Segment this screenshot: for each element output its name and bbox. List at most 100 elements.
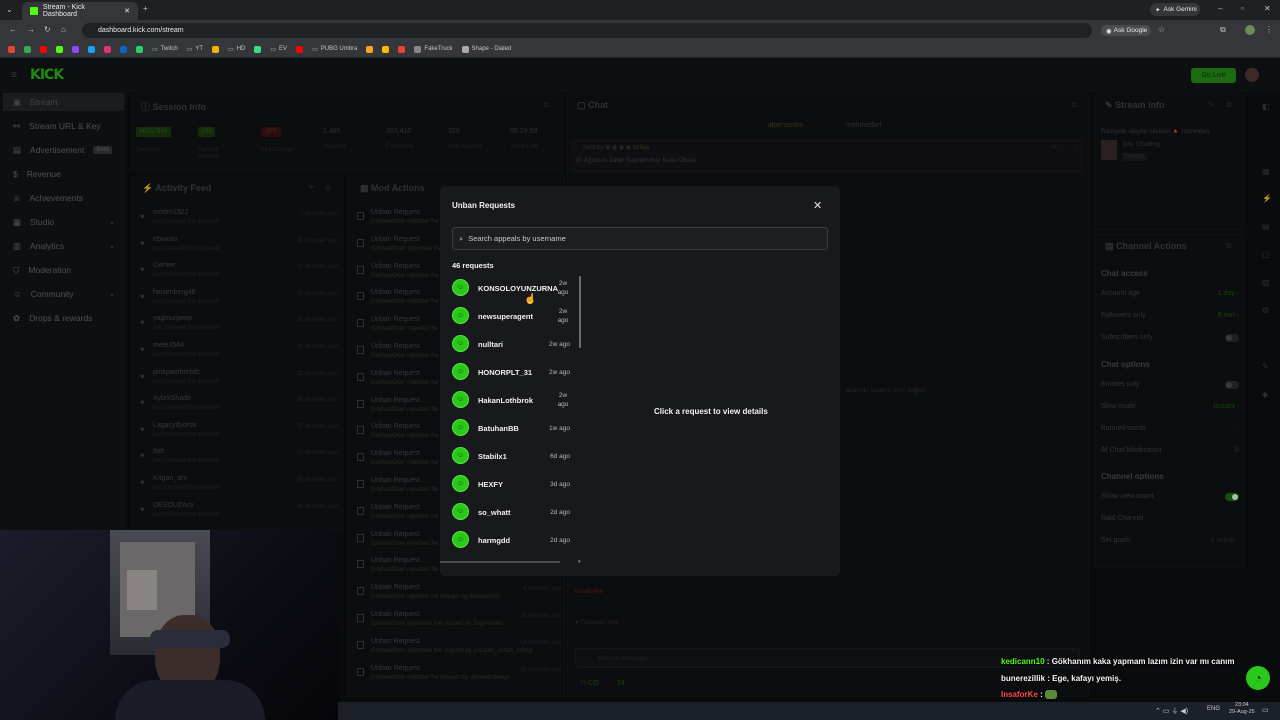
reload-icon[interactable]: ↻ [44, 25, 51, 34]
bookmark-yt[interactable]: ▭ YT [187, 46, 203, 53]
bookmark-pubg[interactable]: ▭ PUBG Umbra [312, 46, 357, 53]
sidebar-item-achievements[interactable]: ♕ Achievements [3, 189, 124, 207]
bookmark-icon[interactable] [212, 45, 220, 53]
user-avatar: ☺ [452, 475, 469, 492]
ask-google-button[interactable]: ◉ Ask Google [1101, 25, 1151, 36]
sidebar-item-revenue[interactable]: $ Revenue [3, 165, 124, 183]
user-avatar: ☺ [452, 391, 469, 408]
linkedin-icon[interactable] [120, 45, 127, 53]
request-username: harmgdd [478, 536, 511, 545]
unban-request-item[interactable]: ☺ so_whatt 2d ago [450, 499, 578, 527]
beta-badge: Beta [93, 146, 112, 154]
unban-request-item[interactable]: ☺ newsuperagent 2w ago [450, 303, 578, 331]
tab-search-icon[interactable]: ⌄ [6, 5, 13, 14]
request-time: 2d ago [550, 509, 570, 516]
bookmark-icon[interactable] [254, 45, 262, 53]
folder-icon: ▭ [312, 46, 318, 53]
close-icon[interactable]: ✕ [813, 199, 822, 212]
window-close-icon[interactable]: ✕ [1264, 4, 1271, 13]
unban-request-item[interactable]: ☺ nulltari 2w ago [450, 331, 578, 359]
sidebar-item-moderation[interactable]: ⛉ Moderation [3, 261, 124, 279]
sidebar-item-studio[interactable]: ▦ Studio ⌄ [3, 213, 124, 231]
sidebar-item-advertisement[interactable]: ▤ Advertisement Beta [3, 141, 124, 159]
youtube-icon[interactable] [40, 45, 47, 53]
chevron-down-icon: ⌄ [109, 291, 115, 298]
unban-request-item[interactable]: ☺ HakanLothbrok 2w ago [450, 387, 578, 415]
browser-menu-icon[interactable]: ⋮ [1265, 25, 1273, 34]
gmail-icon[interactable] [8, 45, 15, 53]
link-icon: ⚯ [13, 120, 21, 131]
sidebar-item-community[interactable]: ☺ Community ⌄ [3, 285, 124, 303]
unban-request-item[interactable]: ☺ HONORPLT_31 2w ago [450, 359, 578, 387]
maximize-icon[interactable]: ▫ [1241, 4, 1244, 13]
request-username: KONSOLOYUNZURNA [478, 284, 558, 293]
instagram-icon[interactable] [104, 45, 111, 53]
list-scrollbar[interactable] [579, 276, 581, 348]
sidebar-item-stream-url[interactable]: ⚯ Stream URL & Key [3, 117, 124, 135]
sidebar-item-drops[interactable]: ✿ Drops & rewards [3, 309, 124, 327]
sidebar-item-analytics[interactable]: ▥ Analytics ⌄ [3, 237, 124, 255]
shelf-object [127, 570, 157, 610]
search-input[interactable]: ⌕ Search appeals by username [452, 227, 828, 250]
bookmark-shape[interactable]: Shape - Dialed [461, 45, 511, 53]
bookmark-twitch[interactable]: ▭ Twitch [152, 46, 178, 53]
tray-icons[interactable]: ⌃ ▭ ⏚ ◀) [1155, 706, 1188, 716]
profile-avatar[interactable] [1245, 25, 1255, 35]
headset [150, 630, 230, 648]
bookmark-icon[interactable] [398, 45, 406, 53]
horizontal-scrollbar[interactable] [440, 561, 560, 563]
studio-icon: ▦ [13, 216, 22, 227]
browser-tab[interactable]: Stream - Kick Dashboard ✕ [22, 2, 138, 20]
request-time: 2w ago [557, 280, 569, 296]
url-text: dashboard.kick.com/stream [98, 27, 184, 34]
gemini-icon: ✦ [1155, 6, 1161, 14]
bookmark-hd[interactable]: ▭ HD [228, 46, 245, 53]
user-avatar[interactable] [1245, 68, 1259, 82]
back-icon[interactable]: ← [9, 25, 17, 34]
unban-request-item[interactable]: ☺ Stabilx1 6d ago [450, 443, 578, 471]
ask-gemini-button[interactable]: ✦ Ask Gemini [1150, 3, 1200, 16]
minimize-icon[interactable]: – [1218, 4, 1222, 13]
community-icon: ☺ [13, 289, 22, 299]
request-username: Stabilx1 [478, 452, 507, 461]
search-icon: ⌕ [459, 233, 464, 243]
notification-icon[interactable]: ▭ [1262, 706, 1269, 714]
user-avatar: ☺ [452, 531, 469, 548]
unban-request-item[interactable]: ☺ KONSOLOYUNZURNA 2w ago [450, 275, 578, 303]
request-username: HONORPLT_31 [478, 368, 533, 377]
bookmark-faketruck[interactable]: FakeTruck [414, 45, 453, 53]
kick-icon[interactable] [56, 45, 63, 53]
forward-icon[interactable]: → [27, 25, 35, 34]
bookmark-star-icon[interactable]: ☆ [1158, 25, 1165, 34]
request-time: 2d ago [550, 537, 570, 544]
scroll-down-icon[interactable]: ▾ [578, 559, 581, 565]
whatsapp-icon[interactable] [136, 45, 143, 53]
tab-title: Stream - Kick Dashboard [42, 4, 85, 18]
extensions-icon[interactable]: ⧉ [1220, 25, 1226, 35]
mouse-cursor-icon: ☝ [524, 294, 537, 305]
kick-chat-logo-icon: ◔ [1246, 666, 1270, 690]
sidebar-item-stream[interactable]: ▣ Stream [3, 93, 124, 111]
new-tab-icon[interactable]: + [143, 4, 148, 13]
bookmark-ev[interactable]: ▭ EV [270, 46, 287, 53]
unban-request-item[interactable]: ☺ BatuhanBB 1w ago [450, 415, 578, 443]
home-icon[interactable]: ⌂ [61, 25, 66, 34]
chevron-down-icon: ⌄ [109, 243, 115, 250]
language-indicator[interactable]: ENG [1207, 706, 1220, 712]
tab-close-icon[interactable]: ✕ [124, 7, 130, 15]
bookmark-icon[interactable] [366, 45, 374, 53]
twitch-icon[interactable] [72, 45, 79, 53]
request-time: 2w ago [549, 369, 570, 376]
go-live-button[interactable]: Go Live [1191, 68, 1236, 83]
bookmark-icon[interactable] [382, 45, 390, 53]
x-icon[interactable] [88, 45, 95, 53]
kick-logo[interactable]: KICK [30, 67, 64, 83]
unban-request-item[interactable]: ☺ HEXFY 3d ago [450, 471, 578, 499]
user-avatar: ☺ [452, 279, 469, 296]
maps-icon[interactable] [24, 45, 31, 53]
unban-request-item[interactable]: ☺ harmgdd 2d ago [450, 527, 578, 555]
url-bar[interactable]: dashboard.kick.com/stream [82, 23, 1092, 38]
bookmark-icon[interactable] [296, 45, 304, 53]
hamburger-menu-icon[interactable]: ≡ [11, 70, 17, 81]
system-clock[interactable]: 23:04 29-Aug-25 [1229, 702, 1255, 716]
